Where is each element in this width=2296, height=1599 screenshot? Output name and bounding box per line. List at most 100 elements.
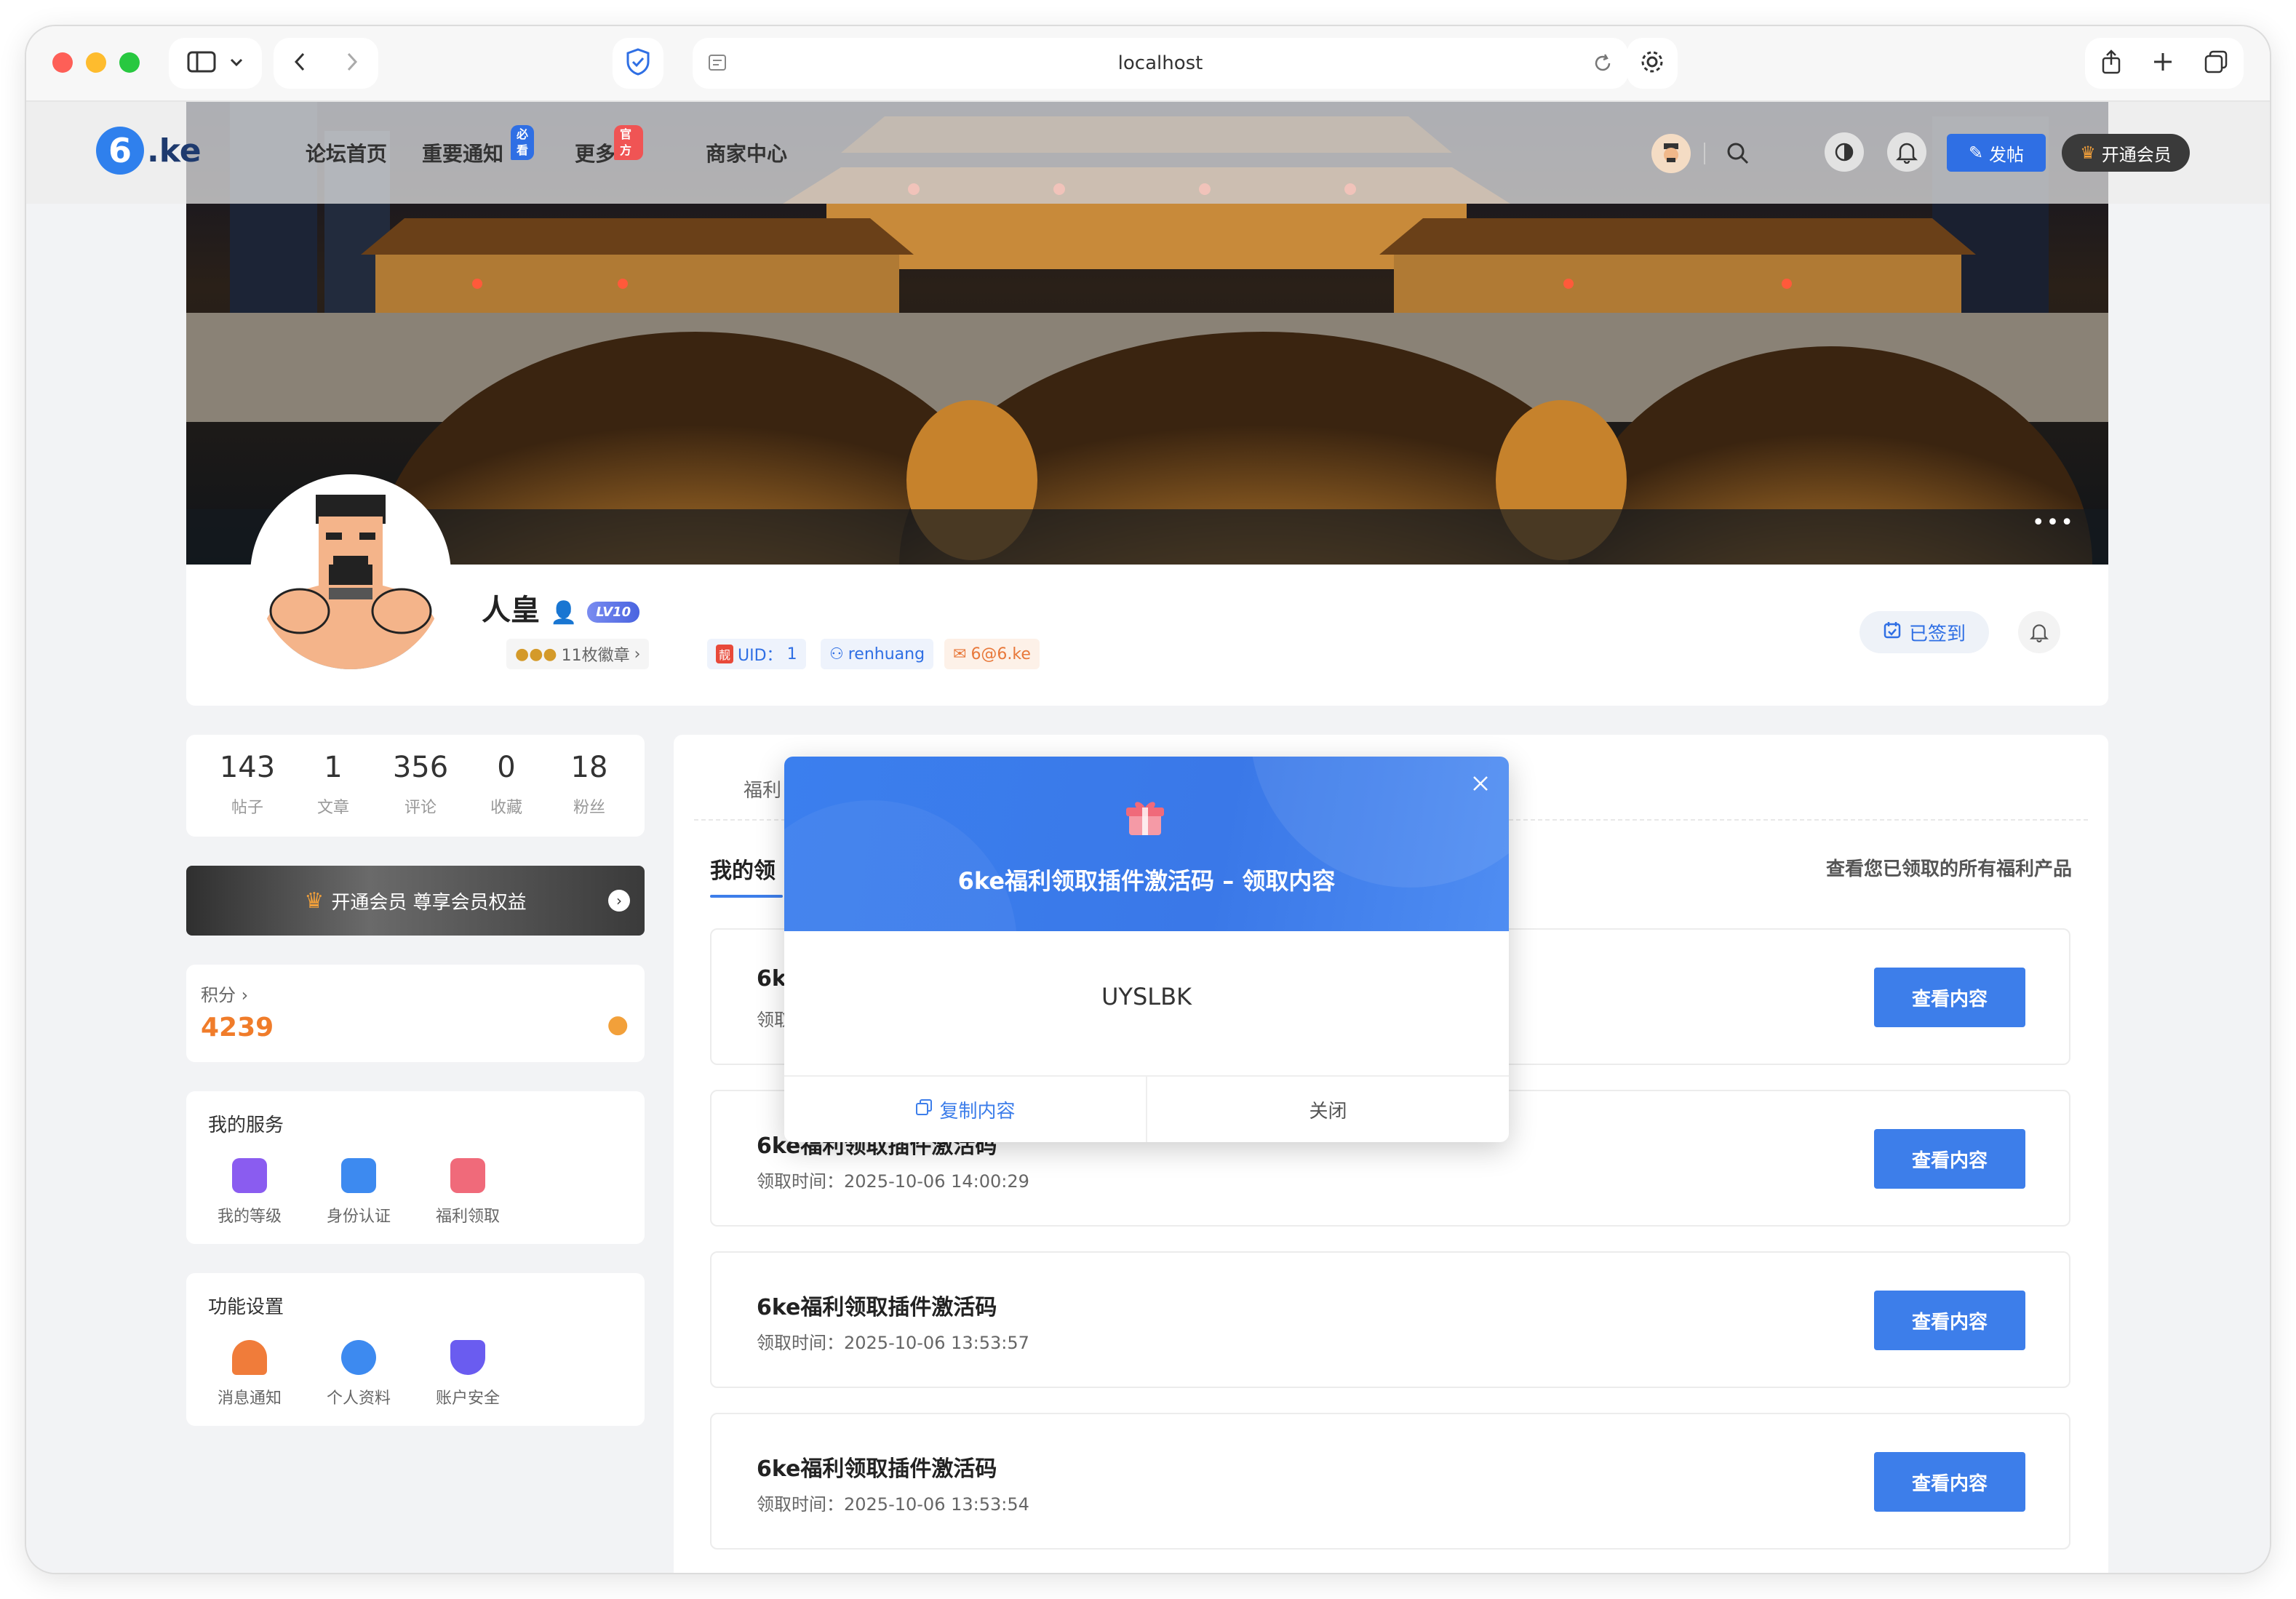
view-content-button[interactable]: 查看内容 xyxy=(1874,1291,2025,1350)
level-badge: LV10 xyxy=(587,601,640,623)
setting-security[interactable]: 账户安全 xyxy=(428,1340,508,1408)
new-tab-icon[interactable] xyxy=(2152,51,2174,76)
stat-label: 文章 xyxy=(316,799,349,817)
nav-item-merchant[interactable]: 商家中心 xyxy=(706,138,787,167)
setting-label: 账户安全 xyxy=(435,1389,500,1408)
services-title: 我的服务 xyxy=(208,1114,284,1136)
service-level[interactable]: 我的等级 xyxy=(210,1158,290,1227)
email-value: 6@6.ke xyxy=(970,645,1031,663)
settings-title: 功能设置 xyxy=(208,1296,284,1318)
contrast-icon xyxy=(1835,143,1854,162)
medals-count: 11枚徽章 xyxy=(561,647,630,665)
item-title: 6k xyxy=(757,966,786,992)
setting-profile[interactable]: 个人资料 xyxy=(319,1340,399,1408)
tab-underline xyxy=(710,895,783,898)
setting-notifications[interactable]: 消息通知 xyxy=(210,1340,290,1408)
service-welfare[interactable]: 福利领取 xyxy=(428,1158,508,1227)
calendar-check-icon xyxy=(1883,621,1902,645)
new-post-label: 发帖 xyxy=(1989,144,2025,165)
history-nav xyxy=(274,38,378,89)
mail-icon: ✉ xyxy=(953,645,967,663)
bell-icon xyxy=(1896,143,1918,164)
extension-settings-button[interactable] xyxy=(1627,38,1678,89)
arrow-right-circle-icon: › xyxy=(608,890,630,912)
reload-icon[interactable] xyxy=(1592,52,1614,74)
privacy-shield-button[interactable] xyxy=(613,38,663,89)
copy-icon xyxy=(914,1098,933,1122)
close-modal-button[interactable]: 关闭 xyxy=(1147,1077,1509,1142)
search-icon[interactable] xyxy=(1726,141,1750,166)
banner-more-icon[interactable]: ••• xyxy=(2032,510,2075,535)
stat-followers[interactable]: 18 粉丝 xyxy=(553,751,626,818)
follow-notify-button[interactable] xyxy=(2018,611,2060,653)
open-vip-label: 开通会员 xyxy=(2101,144,2172,165)
web-page: ••• 6 .ke 论坛首页 重要通知 必看 更多 官方 商家中心 ✎ 发帖 ♛… xyxy=(26,102,2270,1573)
uid-label: UID： xyxy=(738,647,783,665)
signed-in-label: 已签到 xyxy=(1908,623,1966,645)
nav-item-notices-label: 重要通知 xyxy=(422,142,504,166)
services-card: 我的服务 我的等级 身份认证 福利领取 xyxy=(186,1091,645,1244)
chevron-down-icon xyxy=(229,57,244,71)
minimize-window-button[interactable] xyxy=(86,52,106,73)
user-icon: ⚇ xyxy=(829,645,844,663)
tab-welfare[interactable]: 福利 xyxy=(744,775,781,802)
item-time: 领取时间：2025-10-06 14:00:29 xyxy=(757,1171,1029,1192)
nav-item-home[interactable]: 论坛首页 xyxy=(306,138,387,167)
service-label: 福利领取 xyxy=(435,1208,500,1226)
new-post-button[interactable]: ✎ 发帖 xyxy=(1947,134,2046,172)
stat-articles[interactable]: 1 文章 xyxy=(297,751,370,818)
forward-button[interactable] xyxy=(345,51,359,76)
share-icon[interactable] xyxy=(2100,49,2122,78)
stat-value: 18 xyxy=(570,751,608,784)
stat-comments[interactable]: 356 评论 xyxy=(384,751,457,818)
user-profile-icon xyxy=(341,1340,376,1375)
close-icon[interactable] xyxy=(1468,771,1493,796)
browser-toolbar: localhost xyxy=(26,26,2270,102)
stat-value: 356 xyxy=(392,751,449,784)
stat-posts[interactable]: 143 帖子 xyxy=(211,751,284,818)
setting-label: 消息通知 xyxy=(217,1389,282,1408)
uid-chip: 靓 UID： 1 xyxy=(707,639,806,669)
view-content-button[interactable]: 查看内容 xyxy=(1874,968,2025,1027)
browser-window: localhost ••• 6 .ke 论坛首页 重要通知 必看 更多 官方 商… xyxy=(26,26,2270,1573)
nav-item-notices[interactable]: 重要通知 必看 xyxy=(422,125,535,167)
stat-label: 粉丝 xyxy=(573,799,605,817)
user-avatar-small[interactable] xyxy=(1651,134,1691,173)
theme-toggle-button[interactable] xyxy=(1825,132,1864,172)
username-chip: ⚇ renhuang xyxy=(821,639,934,669)
setting-label: 个人资料 xyxy=(326,1389,391,1408)
copy-content-button[interactable]: 复制内容 xyxy=(784,1077,1147,1142)
nav-item-more[interactable]: 更多 官方 xyxy=(575,125,643,167)
chevron-right-icon: › xyxy=(634,645,641,663)
view-content-button[interactable]: 查看内容 xyxy=(1874,1129,2025,1189)
crown-icon: ♛ xyxy=(2080,143,2096,163)
medals-chip[interactable]: ●●● 11枚徽章 › xyxy=(506,639,650,669)
list-item: 6ke福利领取插件激活码 领取时间：2025-10-06 13:53:54 查看… xyxy=(710,1413,2070,1550)
sidebar-toggle-button[interactable] xyxy=(169,38,262,89)
service-identity[interactable]: 身份认证 xyxy=(319,1158,399,1227)
settings-card: 功能设置 消息通知 个人资料 账户安全 xyxy=(186,1273,645,1426)
zoom-window-button[interactable] xyxy=(119,52,140,73)
profile-name: 人皇 xyxy=(482,594,540,627)
profile-card xyxy=(186,565,2108,706)
site-logo[interactable]: 6 .ke xyxy=(96,127,202,175)
logo-mark: 6 xyxy=(96,127,144,175)
gift-icon xyxy=(1125,799,1165,837)
notification-button[interactable] xyxy=(1887,132,1926,172)
points-label: 积分 › xyxy=(201,985,249,1005)
vip-promo-bar[interactable]: ♛ 开通会员 尊享会员权益 › xyxy=(186,866,645,936)
stat-favorites[interactable]: 0 收藏 xyxy=(470,751,543,818)
signed-in-button[interactable]: 已签到 xyxy=(1859,611,1989,653)
gear-icon xyxy=(1638,48,1666,79)
view-content-button[interactable]: 查看内容 xyxy=(1874,1452,2025,1512)
close-window-button[interactable] xyxy=(52,52,73,73)
tab-overview-icon[interactable] xyxy=(2204,49,2228,77)
address-bar[interactable]: localhost xyxy=(693,38,1628,89)
profile-avatar[interactable] xyxy=(250,474,451,675)
sidebar-icon xyxy=(187,51,216,76)
site-header: 6 .ke 论坛首页 重要通知 必看 更多 官方 商家中心 ✎ 发帖 ♛ 开通会… xyxy=(26,102,2270,204)
open-vip-button[interactable]: ♛ 开通会员 xyxy=(2062,134,2190,172)
points-card[interactable]: 积分 › 4239 ● xyxy=(186,965,645,1062)
section-description: 查看您已领取的所有福利产品 xyxy=(1825,858,2072,880)
back-button[interactable] xyxy=(292,51,307,76)
